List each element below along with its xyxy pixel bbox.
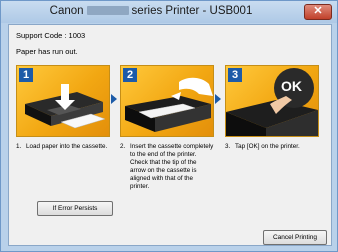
- if-error-persists-button[interactable]: If Error Persists: [37, 201, 113, 216]
- title-bar[interactable]: Canon series Printer - USB001 ✕: [1, 1, 337, 23]
- ok-button-graphic: OK: [281, 78, 302, 94]
- next-step-arrow-icon: [215, 94, 221, 104]
- step-1-number: 1: [19, 68, 33, 82]
- support-code: Support Code : 1003: [16, 31, 86, 40]
- step-2-number: 2: [123, 68, 137, 82]
- step-2-illustration: 2: [120, 65, 214, 137]
- title-suffix: series Printer - USB001: [131, 5, 253, 17]
- step-3-illustration: 3 OK: [225, 65, 319, 137]
- error-message: Paper has run out.: [16, 47, 78, 56]
- error-dialog: Canon series Printer - USB001 ✕ Support C…: [0, 0, 338, 252]
- step-3-text: Tap [OK] on the printer.: [235, 143, 300, 150]
- window-title: Canon series Printer - USB001: [1, 5, 301, 17]
- step-1-index: 1.: [16, 143, 22, 150]
- step-3-index: 3.: [225, 143, 231, 150]
- step-1-illustration: 1: [16, 65, 110, 137]
- step-2-index: 2.: [120, 143, 126, 150]
- close-button[interactable]: ✕: [304, 4, 332, 20]
- step-3-number: 3: [228, 68, 242, 82]
- redacted-model-name: [86, 6, 129, 16]
- next-step-arrow-icon: [111, 94, 117, 104]
- step-1-text: Load paper into the cassette.: [26, 143, 108, 150]
- dialog-body: Support Code : 1003 Paper has run out. 1: [8, 24, 332, 246]
- title-prefix: Canon: [49, 5, 84, 17]
- step-2-text: Insert the cassette completely to the en…: [130, 143, 214, 190]
- cancel-printing-button[interactable]: Cancel Printing: [263, 230, 327, 245]
